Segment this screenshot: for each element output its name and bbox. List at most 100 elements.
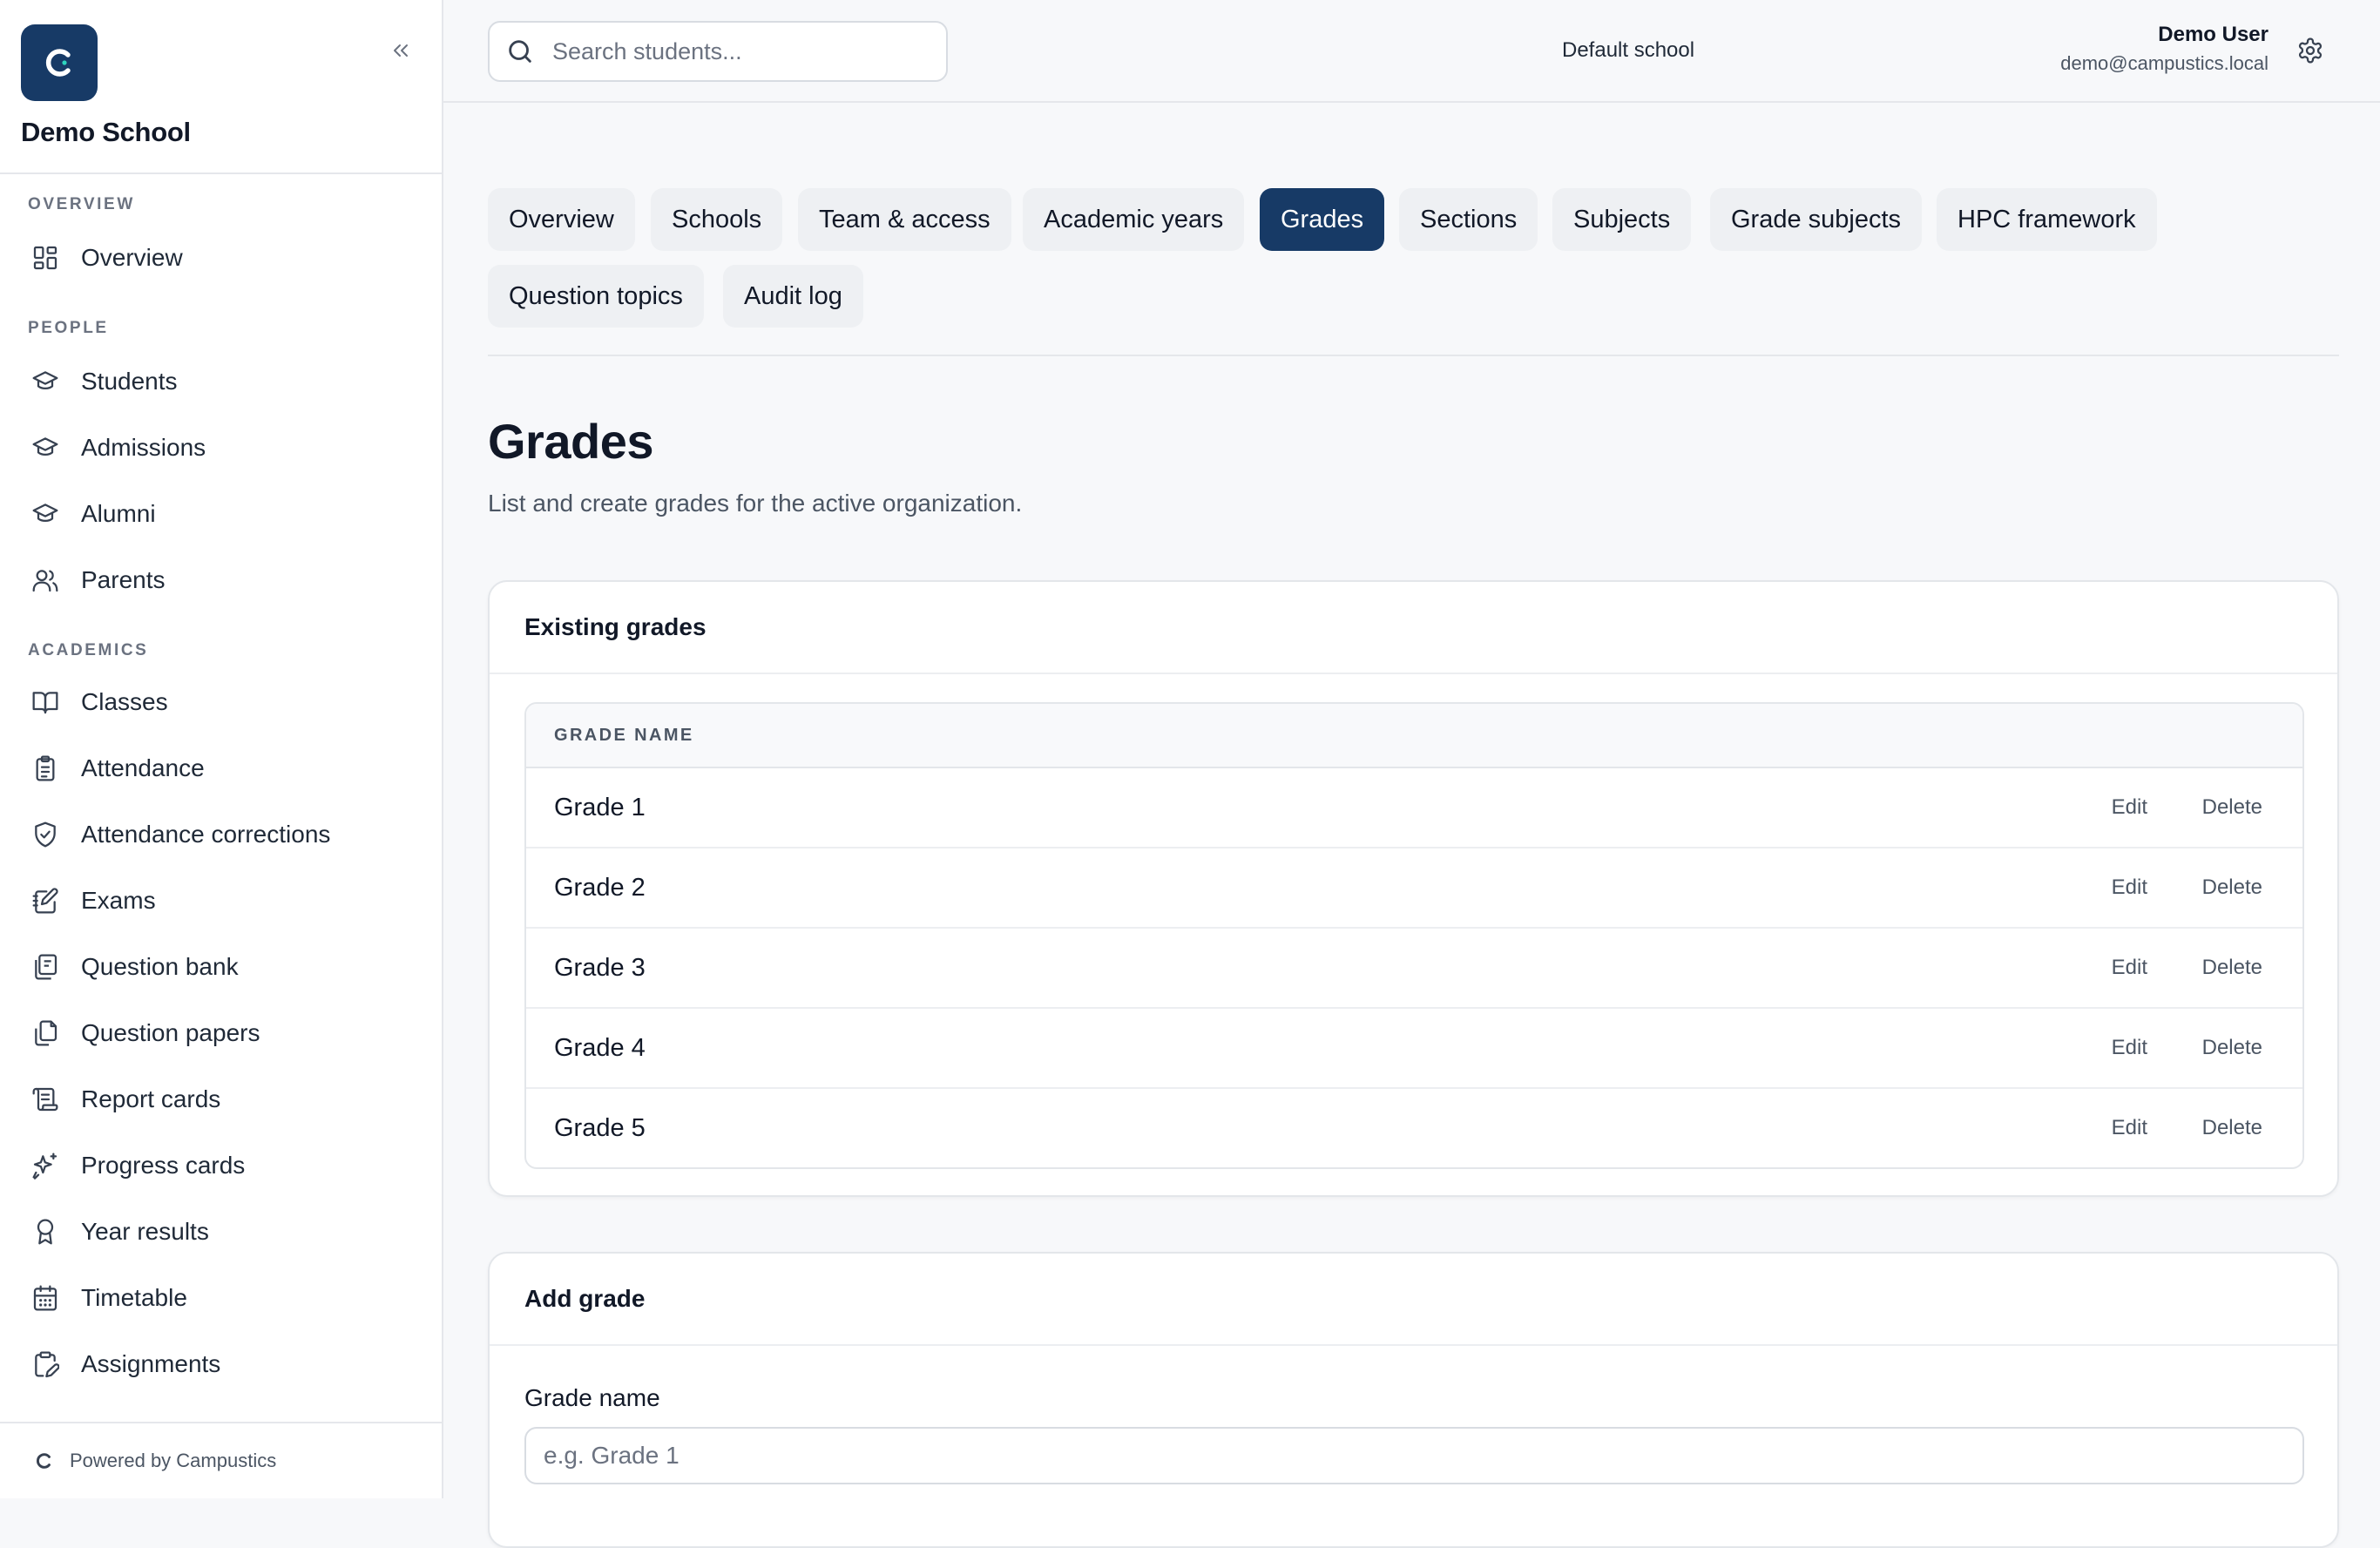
library-icon: [17, 953, 73, 981]
shield-check-icon: [17, 821, 73, 848]
sidebar-nav: OVERVIEW Overview PEOPLE Students Admiss…: [0, 174, 442, 1422]
sidebar-item-attendance[interactable]: Attendance: [17, 740, 425, 796]
edit-button[interactable]: Edit: [2112, 1116, 2147, 1140]
topbar: Default school Demo User demo@campustics…: [443, 0, 2380, 103]
sidebar-item-progress-cards[interactable]: Progress cards: [17, 1138, 425, 1193]
grade-name: Grade 1: [554, 793, 646, 821]
sidebar-item-label: Parents: [81, 566, 166, 593]
user-name: Demo User: [2158, 23, 2268, 46]
settings-button[interactable]: [2293, 33, 2328, 68]
sidebar-item-parents[interactable]: Parents: [17, 552, 425, 608]
sidebar-item-classes[interactable]: Classes: [17, 674, 425, 730]
sidebar-item-label: Question bank: [81, 953, 239, 980]
sidebar-item-overview[interactable]: Overview: [17, 230, 425, 286]
clipboard-pen-icon: [17, 1350, 73, 1378]
grades-table: GRADE NAME Grade 1 Edit Delete Grade 2 E…: [524, 702, 2304, 1169]
column-header-grade-name: GRADE NAME: [554, 725, 694, 745]
chevrons-left-icon: [394, 44, 408, 57]
delete-button[interactable]: Delete: [2202, 956, 2262, 980]
search-input[interactable]: [551, 37, 920, 66]
graduation-cap-icon: [17, 434, 73, 462]
sidebar-item-label: Admissions: [81, 434, 206, 461]
powered-by-text: Powered by Campustics: [70, 1450, 277, 1471]
edit-button[interactable]: Edit: [2112, 795, 2147, 820]
table-row: Grade 5 Edit Delete: [526, 1089, 2302, 1167]
school-name: Demo School: [21, 117, 191, 147]
tab-subjects[interactable]: Subjects: [1552, 188, 1692, 251]
user-info: Demo User demo@campustics.local: [2060, 23, 2268, 75]
tab-question-topics[interactable]: Question topics: [488, 265, 704, 328]
sidebar-item-exams[interactable]: Exams: [17, 873, 425, 929]
scroll-text-icon: [17, 1085, 73, 1113]
sidebar-item-label: Students: [81, 368, 178, 395]
edit-button[interactable]: Edit: [2112, 1036, 2147, 1060]
sidebar-item-report-cards[interactable]: Report cards: [17, 1071, 425, 1127]
tab-sections[interactable]: Sections: [1399, 188, 1538, 251]
sidebar-item-attendance-corrections[interactable]: Attendance corrections: [17, 807, 425, 862]
table-row: Grade 1 Edit Delete: [526, 768, 2302, 848]
page-title: Grades: [488, 414, 654, 469]
sidebar-item-label: Alumni: [81, 500, 156, 527]
user-email: demo@campustics.local: [2060, 52, 2268, 74]
tab-grades[interactable]: Grades: [1260, 188, 1385, 251]
tabs-divider: [488, 355, 2339, 356]
collapse-sidebar-button[interactable]: [383, 33, 418, 68]
sparkles-icon: [17, 1152, 73, 1180]
tab-academic-years[interactable]: Academic years: [1023, 188, 1245, 251]
grade-name-label: Grade name: [524, 1384, 660, 1411]
open-book-icon: [17, 688, 73, 716]
sidebar-item-students[interactable]: Students: [17, 354, 425, 409]
delete-button[interactable]: Delete: [2202, 875, 2262, 900]
delete-button[interactable]: Delete: [2202, 795, 2262, 820]
sidebar-item-label: Progress cards: [81, 1152, 246, 1179]
sidebar-item-timetable[interactable]: Timetable: [17, 1270, 425, 1326]
sidebar-item-alumni[interactable]: Alumni: [17, 486, 425, 542]
nav-section-academics: ACADEMICS: [28, 641, 149, 659]
tab-hpc-framework[interactable]: HPC framework: [1937, 188, 2157, 251]
school-selector[interactable]: Default school: [1562, 38, 1694, 63]
calendar-icon: [17, 1284, 73, 1312]
copy-documents-icon: [17, 1019, 73, 1047]
sidebar-item-admissions[interactable]: Admissions: [17, 420, 425, 476]
table-row: Grade 2 Edit Delete: [526, 848, 2302, 929]
graduation-cap-icon: [17, 368, 73, 395]
delete-button[interactable]: Delete: [2202, 1116, 2262, 1140]
card-title: Existing grades: [524, 613, 707, 640]
grade-name-input[interactable]: [524, 1427, 2304, 1484]
search-icon: [505, 37, 537, 66]
nav-section-people: PEOPLE: [28, 319, 109, 337]
add-grade-card: Add grade Grade name: [488, 1252, 2339, 1548]
sidebar-item-label: Year results: [81, 1218, 209, 1245]
page-description: List and create grades for the active or…: [488, 490, 1023, 517]
table-header: GRADE NAME: [526, 704, 2302, 768]
edit-button[interactable]: Edit: [2112, 956, 2147, 980]
sidebar-item-label: Report cards: [81, 1085, 221, 1112]
sidebar-item-label: Exams: [81, 887, 156, 914]
grade-name: Grade 5: [554, 1113, 646, 1142]
table-row: Grade 4 Edit Delete: [526, 1009, 2302, 1089]
search-box[interactable]: [488, 21, 948, 82]
sidebar-item-year-results[interactable]: Year results: [17, 1204, 425, 1260]
tab-schools[interactable]: Schools: [651, 188, 783, 251]
campustics-mark-icon: [35, 1451, 57, 1470]
sidebar-item-label: Overview: [81, 244, 183, 271]
graduation-cap-icon: [17, 500, 73, 528]
sidebar-item-label: Attendance: [81, 754, 205, 781]
users-icon: [17, 566, 73, 594]
grade-name: Grade 3: [554, 953, 646, 982]
grade-name: Grade 2: [554, 873, 646, 902]
sidebar-item-question-papers[interactable]: Question papers: [17, 1005, 425, 1061]
delete-button[interactable]: Delete: [2202, 1036, 2262, 1060]
gear-icon: [2298, 37, 2323, 64]
tab-grade-subjects[interactable]: Grade subjects: [1710, 188, 1923, 251]
sidebar-footer: Powered by Campustics: [0, 1422, 442, 1498]
edit-button[interactable]: Edit: [2112, 875, 2147, 900]
sidebar-item-question-bank[interactable]: Question bank: [17, 939, 425, 995]
tab-overview[interactable]: Overview: [488, 188, 635, 251]
sidebar-item-assignments[interactable]: Assignments: [17, 1336, 425, 1392]
clipboard-list-icon: [17, 754, 73, 782]
school-logo[interactable]: [21, 24, 98, 101]
tab-audit-log[interactable]: Audit log: [723, 265, 863, 328]
tab-team-access[interactable]: Team & access: [798, 188, 1011, 251]
card-title: Add grade: [524, 1285, 646, 1312]
